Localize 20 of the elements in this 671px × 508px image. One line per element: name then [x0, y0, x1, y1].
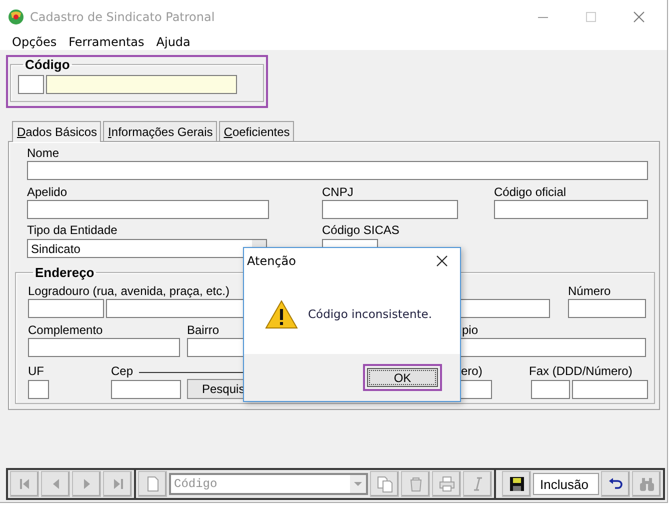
field-label: pio [462, 324, 478, 338]
field-label: Tipo da Entidade [27, 224, 118, 238]
window-title: Cadastro de Sindicato Patronal [30, 10, 216, 24]
group-title: Endereço [34, 265, 96, 280]
dialog-message: Código inconsistente. [308, 307, 432, 321]
field-label: Bairro [187, 324, 220, 338]
field-label: Código oficial [494, 186, 566, 200]
field-label: Complemento [28, 324, 104, 338]
field-label: Código SICAS [322, 224, 400, 238]
field-label: Nome [27, 147, 60, 161]
field-label: Cep [111, 365, 134, 379]
field-label: Número [568, 285, 611, 299]
mode-field: Inclusão [533, 473, 599, 495]
field-label: ero) [461, 365, 484, 379]
group-title: Código [24, 57, 71, 72]
field-label: Apelido [27, 186, 68, 200]
field-label: CNPJ [322, 186, 354, 200]
field-label: Logradouro (rua, avenida, praça, etc.) [28, 285, 230, 299]
field-label: UF [28, 365, 45, 379]
field-label: Fax (DDD/Número) [529, 365, 632, 379]
